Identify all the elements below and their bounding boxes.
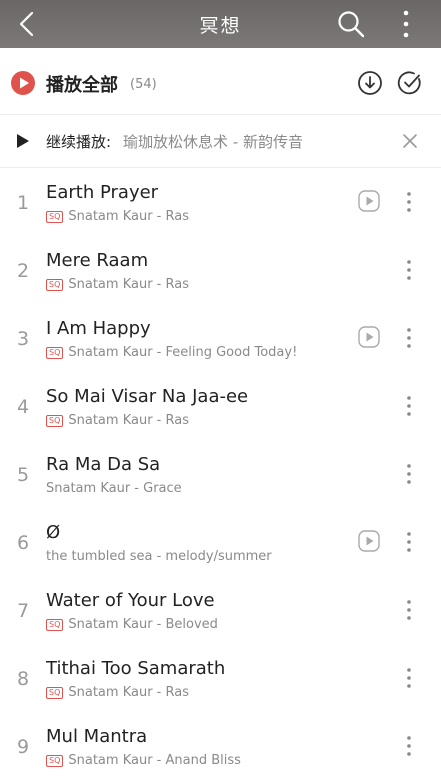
song-row[interactable]: 8 Tithai Too Samarath SQ Snatam Kaur - R… [0,644,441,712]
play-all-label[interactable]: 播放全部 [46,71,118,97]
song-list: 1 Earth Prayer SQ Snatam Kaur - Ras 2 Me… [0,168,441,780]
sq-badge: SQ [46,754,64,767]
song-row[interactable]: 3 I Am Happy SQ Snatam Kaur - Feeling Go… [0,304,441,372]
sq-badge: SQ [46,414,64,427]
artist-album: the tumbled sea - melody/summer [46,549,272,564]
artist-album: Snatam Kaur - Ras [68,413,189,428]
song-title[interactable]: Earth Prayer [46,182,158,203]
artist-album: Snatam Kaur - Ras [68,209,189,224]
song-title[interactable]: Ra Ma Da Sa [46,454,160,475]
song-row[interactable]: 1 Earth Prayer SQ Snatam Kaur - Ras [0,168,441,236]
track-number: 4 [16,396,30,418]
song-meta: SQ Snatam Kaur - Feeling Good Today! [46,345,297,360]
sq-badge: SQ [46,346,64,359]
song-more-icon[interactable] [402,734,416,758]
song-title[interactable]: So Mai Visar Na Jaa-ee [46,386,248,407]
close-icon[interactable] [402,133,418,149]
artist-album: Snatam Kaur - Ras [68,277,189,292]
song-title[interactable]: I Am Happy [46,318,151,339]
song-meta: SQ Snatam Kaur - Ras [46,685,189,700]
track-number: 8 [16,668,30,690]
song-row[interactable]: 2 Mere Raam SQ Snatam Kaur - Ras [0,236,441,304]
sq-badge: SQ [46,686,64,699]
sq-badge: SQ [46,278,64,291]
artist-album: Snatam Kaur - Ras [68,685,189,700]
song-meta: SQ Snatam Kaur - Ras [46,277,189,292]
track-number: 7 [16,600,30,622]
artist-album: Snatam Kaur - Anand Bliss [68,753,241,768]
artist-album: Snatam Kaur - Feeling Good Today! [68,345,298,360]
song-row[interactable]: 5 Ra Ma Da Sa Snatam Kaur - Grace [0,440,441,508]
artist-album: Snatam Kaur - Beloved [68,617,218,632]
song-meta: SQ Snatam Kaur - Anand Bliss [46,753,241,768]
song-title[interactable]: Ø [46,522,60,543]
song-more-icon[interactable] [402,598,416,622]
song-more-icon[interactable] [402,666,416,690]
song-more-icon[interactable] [402,326,416,350]
song-more-icon[interactable] [402,530,416,554]
play-all-icon[interactable] [10,70,36,96]
song-meta: Snatam Kaur - Grace [46,481,182,496]
track-number: 3 [16,328,30,350]
song-title[interactable]: Mul Mantra [46,726,147,747]
song-meta: the tumbled sea - melody/summer [46,549,272,564]
song-more-icon[interactable] [402,462,416,486]
sq-badge: SQ [46,210,64,223]
multi-select-icon[interactable] [397,70,423,96]
song-row[interactable]: 6 Ø the tumbled sea - melody/summer [0,508,441,576]
song-meta: SQ Snatam Kaur - Ras [46,413,189,428]
search-icon[interactable] [336,9,366,39]
resume-label[interactable]: 继续播放: [46,131,111,152]
track-number: 2 [16,260,30,282]
track-number: 1 [16,192,30,214]
mv-play-icon[interactable] [358,190,380,212]
song-meta: SQ Snatam Kaur - Ras [46,209,189,224]
song-more-icon[interactable] [402,190,416,214]
resume-playback-bar[interactable]: 继续播放: 瑜珈放松休息术 - 新韵传音 [0,115,441,168]
mv-play-icon[interactable] [358,326,380,348]
download-icon[interactable] [357,70,383,96]
mv-play-icon[interactable] [358,530,380,552]
song-meta: SQ Snatam Kaur - Beloved [46,617,218,632]
song-title[interactable]: Mere Raam [46,250,148,271]
song-count: (54) [130,77,157,92]
more-options-icon[interactable] [396,8,416,40]
song-row[interactable]: 9 Mul Mantra SQ Snatam Kaur - Anand Blis… [0,712,441,780]
sq-badge: SQ [46,618,64,631]
artist-album: Snatam Kaur - Grace [46,481,182,496]
track-number: 6 [16,532,30,554]
song-row[interactable]: 7 Water of Your Love SQ Snatam Kaur - Be… [0,576,441,644]
song-title[interactable]: Tithai Too Samarath [46,658,225,679]
page-title: 冥想 [199,15,242,37]
play-icon[interactable] [14,132,30,150]
song-more-icon[interactable] [402,258,416,282]
play-all-bar[interactable]: 播放全部 (54) [0,48,441,115]
song-row[interactable]: 4 So Mai Visar Na Jaa-ee SQ Snatam Kaur … [0,372,441,440]
track-number: 9 [16,736,30,758]
track-number: 5 [16,464,30,486]
resume-track[interactable]: 瑜珈放松休息术 - 新韵传音 [123,131,303,152]
song-title[interactable]: Water of Your Love [46,590,215,611]
nav-header: 冥想 [0,0,441,48]
song-more-icon[interactable] [402,394,416,418]
